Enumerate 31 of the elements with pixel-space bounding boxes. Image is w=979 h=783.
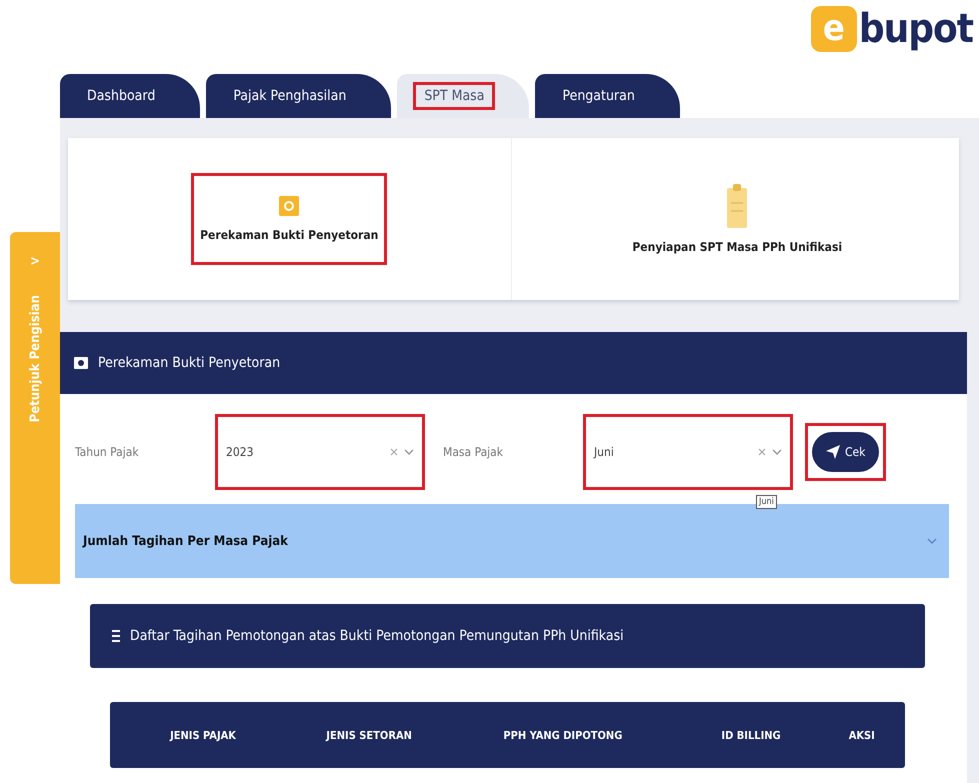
column-header: JENIS SETORAN	[324, 728, 413, 742]
chevron-down-icon	[927, 538, 937, 544]
column-header: ID BILLING	[720, 728, 782, 742]
send-icon	[826, 445, 840, 459]
column-header: AKSI	[848, 728, 876, 742]
box-icon	[279, 196, 300, 216]
nav-tab[interactable]: Pajak Penghasilan	[206, 74, 392, 118]
table-card-title: Daftar Tagihan Pemotongan atas Bukti Pemotongan Pemungutan PPh Unifikasi	[130, 628, 624, 644]
nav-tab[interactable]: Pengaturan	[535, 74, 680, 118]
clear-icon[interactable]	[390, 448, 398, 456]
filter-label: Tahun Pajak	[75, 445, 140, 459]
menu-card[interactable]: Penyiapan SPT Masa PPh Unifikasi	[516, 138, 959, 300]
chevron-down-icon[interactable]	[404, 449, 414, 455]
filter-label: Masa Pajak	[443, 445, 504, 459]
accordion-header[interactable]: Jumlah Tagihan Per Masa Pajak	[75, 504, 949, 578]
list-icon	[112, 630, 120, 642]
section-title: Perekaman Bukti Penyetoran	[98, 355, 280, 371]
nav-tab[interactable]: Dashboard	[60, 74, 200, 118]
column-header: JENIS PAJAK	[168, 728, 237, 742]
column-header: PPH YANG DIPOTONG	[502, 728, 624, 742]
menu-card[interactable]: Perekaman Bukti Penyetoran	[68, 138, 512, 300]
box-icon	[74, 357, 88, 369]
select-field[interactable]: 2023	[215, 414, 425, 490]
logo-mark: e	[810, 6, 857, 52]
check-button[interactable]: Cek	[812, 432, 880, 472]
nav-tab[interactable]: SPT Masa	[397, 74, 530, 118]
clipboard-icon	[727, 184, 748, 228]
chevron-down-icon[interactable]	[772, 449, 782, 455]
clear-icon[interactable]	[758, 448, 766, 456]
tooltip: Juni	[756, 495, 777, 509]
logo-text: bupot	[858, 6, 973, 52]
